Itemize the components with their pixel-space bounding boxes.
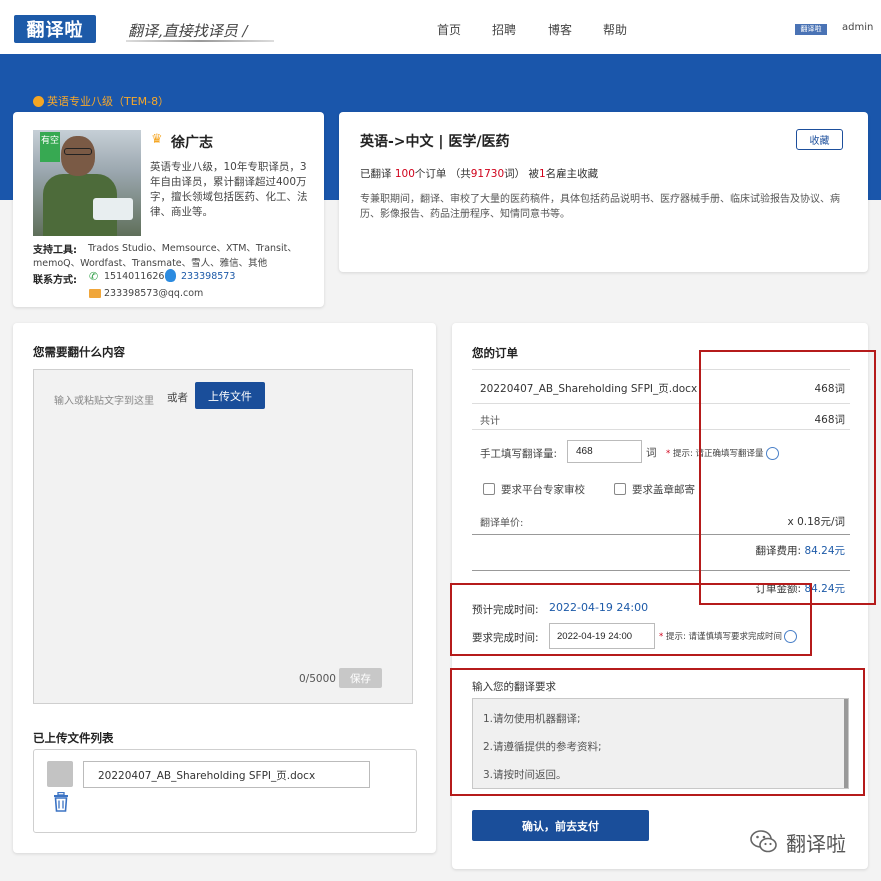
content-input-panel: 您需要翻什么内容 输入或粘贴文字到这里 或者 上传文件 0/5000 保存 已上…	[13, 323, 436, 853]
nav-jobs-link[interactable]: 招聘	[492, 21, 516, 38]
file-thumbnail	[47, 761, 73, 787]
manual-count-unit: 词	[646, 447, 657, 459]
contact-label: 联系方式:	[33, 275, 77, 286]
nav-blog-link[interactable]: 博客	[548, 21, 572, 38]
total-label: 共计	[480, 416, 500, 427]
content-placeholder: 输入或粘贴文字到这里	[54, 396, 154, 407]
expert-review-checkbox[interactable]	[483, 483, 495, 495]
order-title: 您的订单	[472, 346, 518, 360]
qq-icon	[165, 269, 176, 282]
username-label[interactable]: admin	[842, 22, 873, 33]
or-text: 或者	[167, 392, 188, 404]
annotation-box-pricing	[699, 350, 876, 605]
translator-description: 专兼职期间，翻译、审校了大量的医药稿件，具体包括药品说明书、医疗器械手册、临床试…	[360, 194, 840, 220]
availability-tag: 有空	[40, 132, 60, 162]
manual-count-label: 手工填写翻译量:	[480, 448, 558, 460]
top-navbar: 翻译啦 翻译,直接找译员 / 首页 招聘 博客 帮助 翻译啦 admin	[0, 0, 881, 54]
uploaded-files-title: 已上传文件列表	[33, 731, 114, 745]
content-section-title: 您需要翻什么内容	[33, 345, 125, 359]
level-badge-text: 英语专业八级（TEM-8）	[47, 95, 170, 108]
manual-count-input[interactable]	[567, 440, 642, 463]
site-logo[interactable]: 翻译啦	[14, 15, 96, 43]
contact-phone: 15140116268	[104, 271, 171, 282]
seal-mail-checkbox[interactable]	[614, 483, 626, 495]
uploaded-file-name: 20220407_AB_Shareholding SFPI_页.docx	[83, 761, 370, 788]
trash-icon[interactable]	[52, 792, 70, 812]
annotation-box-requirements	[450, 668, 865, 796]
translator-bio: 英语专业八级，10年专职译员，3年自由译员，累计翻译超过400万字，擅长领域包括…	[150, 161, 308, 218]
translator-summary-card: 英语->中文 | 医学/医药 收藏 已翻译 100个订单 （共91730词） 被…	[339, 112, 868, 272]
save-button[interactable]: 保存	[339, 668, 382, 688]
contact-email: 233398573@qq.com	[104, 288, 204, 299]
crown-icon: ♛	[151, 132, 163, 147]
contact-qq[interactable]: 233398573	[181, 271, 235, 282]
translator-profile-card: 有空 ♛ 徐广志 英语专业八级，10年专职译员，3年自由译员，累计翻译超过400…	[13, 112, 324, 307]
upload-file-button[interactable]: 上传文件	[195, 382, 265, 409]
char-counter: 0/5000	[299, 673, 336, 685]
level-dot-icon	[33, 95, 44, 107]
translator-stats: 已翻译 100个订单 （共91730词） 被1名雇主收藏	[360, 168, 599, 180]
order-count: 100	[394, 168, 415, 180]
user-avatar[interactable]: 翻译啦	[795, 24, 827, 35]
word-count: 91730	[470, 168, 505, 180]
language-pair-title: 英语->中文 | 医学/医药	[360, 134, 510, 150]
site-slogan: 翻译,直接找译员 /	[128, 22, 248, 40]
expert-review-label[interactable]: 要求平台专家审校	[501, 482, 585, 497]
mail-icon	[89, 289, 101, 298]
seal-mail-label[interactable]: 要求盖章邮寄	[632, 482, 695, 497]
favorite-button[interactable]: 收藏	[796, 129, 843, 150]
order-file-name: 20220407_AB_Shareholding SFPI_页.docx	[480, 383, 698, 395]
nav-help-link[interactable]: 帮助	[603, 21, 627, 38]
uploaded-files-list: 20220407_AB_Shareholding SFPI_页.docx	[33, 749, 417, 833]
annotation-box-deadline	[450, 583, 812, 656]
content-textarea[interactable]: 输入或粘贴文字到这里 或者 上传文件 0/5000 保存	[33, 369, 413, 704]
slogan-underline	[126, 40, 274, 42]
supported-tools-label: 支持工具:	[33, 245, 77, 256]
translator-name: 徐广志	[171, 135, 213, 151]
unit-price-label: 翻译单价:	[480, 518, 524, 529]
phone-icon: ✆	[89, 270, 99, 283]
watermark-text: 翻译啦	[786, 832, 846, 856]
favorite-count: 1	[538, 168, 546, 180]
level-badge: 英语专业八级（TEM-8）	[33, 93, 169, 109]
confirm-pay-button[interactable]: 确认，前去支付	[472, 810, 649, 841]
wechat-icon	[750, 830, 777, 853]
nav-home-link[interactable]: 首页	[437, 21, 461, 38]
